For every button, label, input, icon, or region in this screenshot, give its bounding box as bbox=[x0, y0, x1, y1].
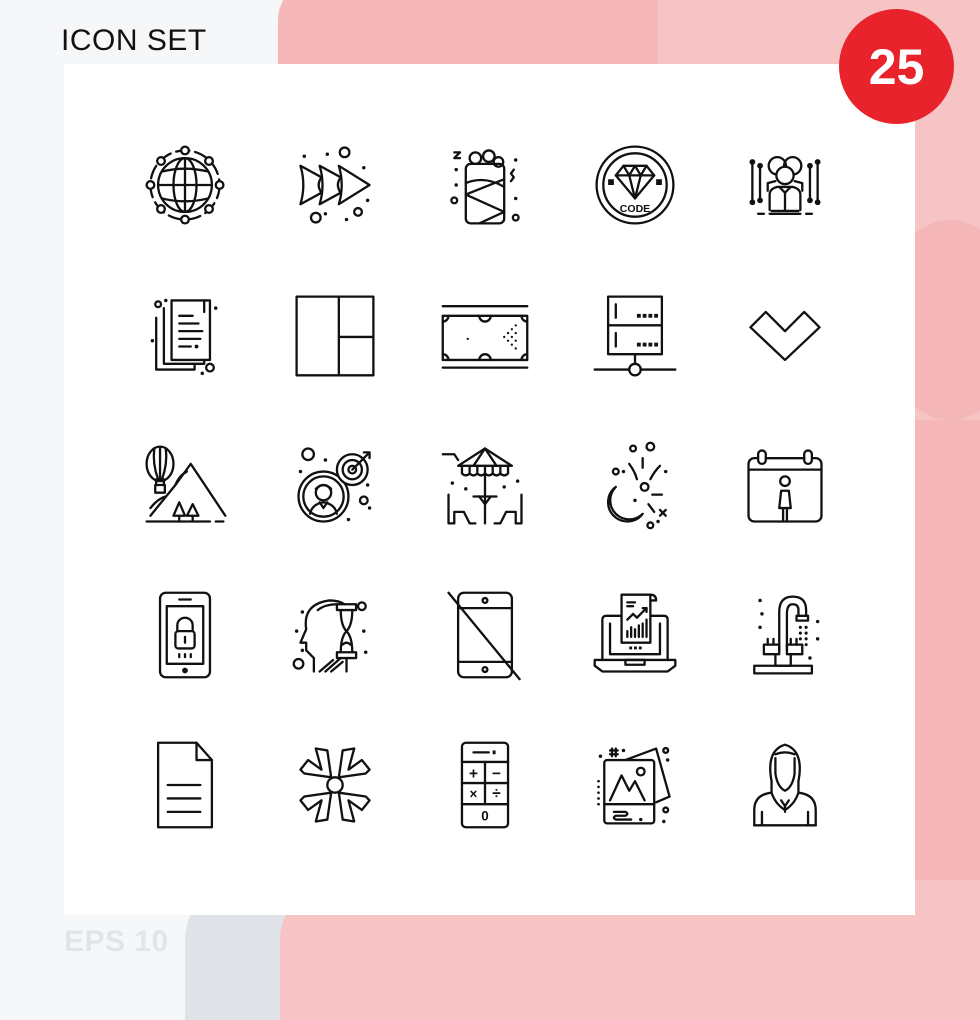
chevron-down-icon bbox=[749, 310, 821, 362]
icon-cell[interactable] bbox=[110, 260, 260, 410]
water-tap-icon bbox=[753, 595, 820, 675]
mobile-lock-icon bbox=[158, 591, 212, 679]
svg-text:0: 0 bbox=[481, 809, 488, 824]
icon-cell[interactable] bbox=[410, 410, 560, 560]
page-title: ICON SET bbox=[61, 24, 207, 57]
svg-text:×: × bbox=[470, 786, 478, 801]
icon-cell[interactable]: CODE bbox=[560, 110, 710, 260]
icon-cell[interactable] bbox=[710, 410, 860, 560]
icon-cell[interactable] bbox=[710, 110, 860, 260]
icon-cell[interactable] bbox=[710, 260, 860, 410]
collapse-arrows-icon bbox=[299, 747, 371, 823]
global-network-icon bbox=[145, 145, 225, 225]
svg-text:÷: ÷ bbox=[492, 785, 501, 802]
burrito-icon bbox=[450, 149, 520, 225]
icon-cell[interactable] bbox=[410, 560, 560, 710]
icon-cell[interactable] bbox=[260, 710, 410, 860]
icon-panel: CODE + − × ÷ 0 bbox=[64, 64, 915, 915]
server-network-icon bbox=[593, 295, 677, 377]
photos-icon bbox=[597, 746, 671, 825]
document-file-icon bbox=[156, 741, 214, 829]
documents-icon bbox=[150, 298, 218, 376]
layout-grid-icon bbox=[295, 295, 375, 377]
icon-cell[interactable] bbox=[260, 410, 410, 560]
moon-fireworks-icon bbox=[606, 441, 668, 530]
head-hourglass-icon bbox=[292, 599, 368, 673]
icon-cell[interactable] bbox=[560, 260, 710, 410]
icon-cell[interactable] bbox=[260, 260, 410, 410]
billiard-table-icon bbox=[441, 305, 529, 369]
icon-cell[interactable] bbox=[410, 110, 560, 260]
icon-cell[interactable]: + − × ÷ 0 bbox=[410, 710, 560, 860]
team-network-icon bbox=[749, 156, 821, 215]
user-target-icon bbox=[297, 447, 372, 523]
svg-text:−: − bbox=[492, 765, 501, 782]
icon-cell[interactable] bbox=[260, 560, 410, 710]
icon-cell[interactable] bbox=[260, 110, 410, 260]
calendar-person-icon bbox=[747, 449, 823, 523]
icon-cell[interactable] bbox=[560, 410, 710, 560]
icon-cell[interactable] bbox=[560, 560, 710, 710]
icon-cell[interactable] bbox=[710, 560, 860, 710]
calculator-icon: + − × ÷ 0 bbox=[460, 741, 510, 829]
no-mobile-icon bbox=[447, 591, 521, 681]
svg-text:+: + bbox=[469, 765, 478, 782]
outdoor-cafe-icon bbox=[441, 447, 523, 525]
woman-avatar-icon bbox=[753, 743, 817, 827]
icon-cell[interactable] bbox=[110, 110, 260, 260]
format-label: EPS 10 bbox=[64, 925, 169, 958]
laptop-report-icon bbox=[593, 593, 677, 673]
forward-arrows-icon bbox=[299, 146, 371, 224]
hot-air-balloon-mountain-icon bbox=[145, 445, 227, 523]
svg-text:CODE: CODE bbox=[620, 203, 650, 215]
icon-cell[interactable] bbox=[110, 410, 260, 560]
icon-count-badge: 25 bbox=[839, 9, 954, 124]
icon-cell[interactable] bbox=[410, 260, 560, 410]
diamond-code-icon: CODE bbox=[595, 145, 675, 225]
icon-cell[interactable] bbox=[110, 710, 260, 860]
icon-grid: CODE + − × ÷ 0 bbox=[110, 110, 860, 860]
icon-cell[interactable] bbox=[710, 710, 860, 860]
icon-cell[interactable] bbox=[560, 710, 710, 860]
icon-cell[interactable] bbox=[110, 560, 260, 710]
